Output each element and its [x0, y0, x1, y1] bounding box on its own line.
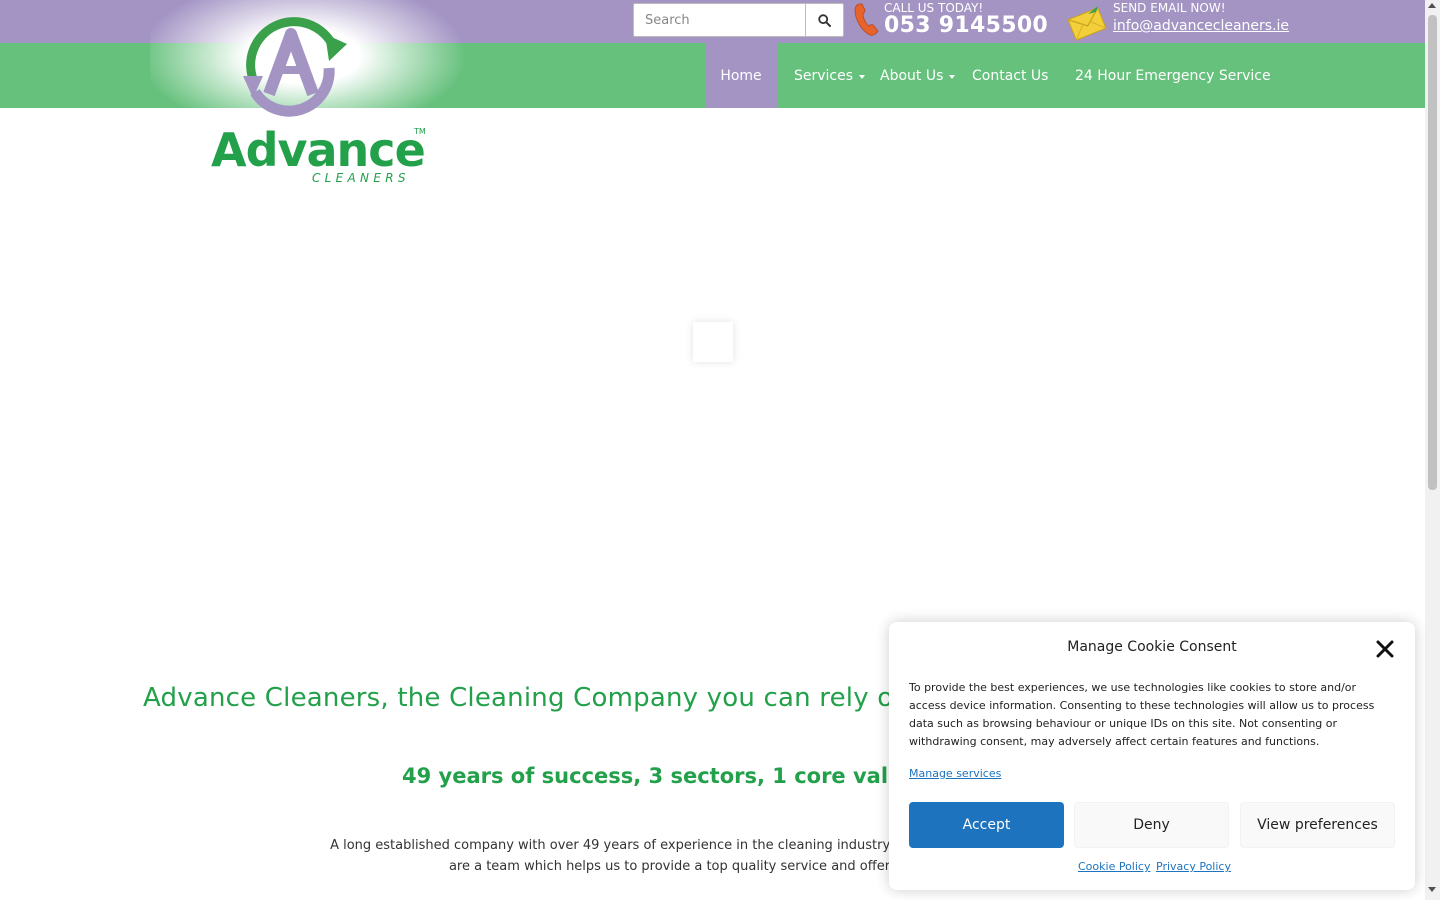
- deny-button[interactable]: Deny: [1074, 802, 1229, 848]
- nav-item-label: Contact Us: [972, 67, 1049, 84]
- envelope-icon: [1067, 6, 1107, 41]
- nav-item-label: Home: [720, 67, 762, 84]
- cookie-policy-link[interactable]: Cookie Policy: [1078, 860, 1150, 873]
- slider-loading-spinner: [693, 322, 733, 362]
- nav-item-contact-us[interactable]: Contact Us: [972, 43, 1048, 108]
- accept-button[interactable]: Accept: [909, 802, 1064, 848]
- nav-item-about-us[interactable]: About Us: [880, 43, 956, 108]
- scroll-up-arrow-icon[interactable]: [1428, 3, 1436, 8]
- search-input[interactable]: [634, 4, 805, 36]
- search-icon: [818, 13, 831, 27]
- page-scrollbar[interactable]: [1425, 0, 1440, 900]
- privacy-policy-link[interactable]: Privacy Policy: [1156, 860, 1231, 873]
- chevron-down-icon: [859, 74, 866, 79]
- nav-item-emergency-service[interactable]: 24 Hour Emergency Service: [1075, 43, 1271, 108]
- page-headline: Advance Cleaners, the Cleaning Company y…: [143, 683, 944, 713]
- cookie-description: To provide the best experiences, we use …: [909, 681, 1375, 748]
- view-preferences-button[interactable]: View preferences: [1240, 802, 1395, 848]
- site-logo[interactable]: Advance TM CLEANERS: [205, 6, 430, 188]
- cookie-dialog-title: Manage Cookie Consent: [1067, 639, 1237, 655]
- logo-trademark: TM: [413, 127, 426, 136]
- scrollbar-thumb[interactable]: [1428, 15, 1437, 490]
- close-icon[interactable]: [1375, 639, 1395, 659]
- nav-item-label: About Us: [880, 67, 944, 84]
- scroll-down-arrow-icon[interactable]: [1428, 887, 1436, 892]
- logo-subtitle: CLEANERS: [312, 171, 410, 185]
- phone-number[interactable]: 053 9145500: [884, 13, 1048, 38]
- email-label: SEND EMAIL NOW!: [1113, 1, 1226, 15]
- chevron-down-icon: [949, 74, 956, 79]
- phone-icon: [854, 3, 879, 36]
- manage-services-link[interactable]: Manage services: [909, 767, 1001, 780]
- logo-wordmark: Advance: [211, 123, 425, 177]
- search-form: [633, 3, 844, 37]
- nav-item-label: 24 Hour Emergency Service: [1075, 67, 1271, 84]
- email-link[interactable]: info@advancecleaners.ie: [1113, 18, 1289, 34]
- cookie-consent-dialog: Manage Cookie Consent To provide the bes…: [889, 622, 1415, 890]
- search-button[interactable]: [805, 4, 843, 36]
- nav-item-home[interactable]: Home: [705, 43, 777, 108]
- nav-item-services[interactable]: Services: [794, 43, 866, 108]
- nav-item-label: Services: [794, 67, 854, 84]
